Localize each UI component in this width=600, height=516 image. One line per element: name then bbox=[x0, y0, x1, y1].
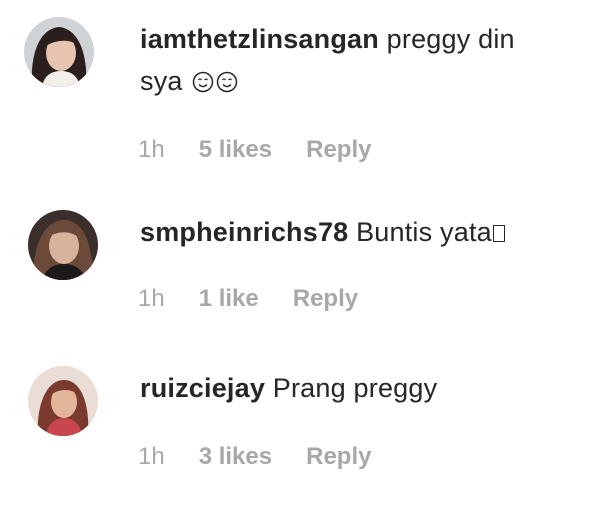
avatar[interactable] bbox=[24, 17, 94, 87]
comment-username[interactable]: smpheinrichs78 bbox=[140, 217, 348, 247]
comment-meta: 1h 5 likes Reply bbox=[138, 136, 371, 164]
comment-meta: 1h 3 likes Reply bbox=[138, 443, 371, 471]
avatar-image bbox=[28, 210, 98, 280]
comment-text: iamthetzlinsangan preggy din sya bbox=[140, 18, 515, 102]
smiling-face-emoji-icon bbox=[192, 71, 214, 93]
comment-timestamp: 1h bbox=[138, 285, 165, 312]
comment-body: Prang preggy bbox=[272, 373, 438, 403]
comment-meta: 1h 1 like Reply bbox=[138, 285, 358, 313]
avatar[interactable] bbox=[28, 210, 98, 280]
reply-button[interactable]: Reply bbox=[293, 285, 358, 313]
reply-button[interactable]: Reply bbox=[306, 136, 371, 164]
comment-body: Buntis yata bbox=[356, 217, 492, 247]
comment-likes-count[interactable]: 3 likes bbox=[199, 443, 272, 471]
smiling-face-emoji-icon bbox=[216, 71, 238, 93]
comment-username[interactable]: ruizciejay bbox=[140, 373, 265, 403]
comment-text: ruizciejay Prang preggy bbox=[140, 367, 437, 409]
comment-body-line2: sya bbox=[140, 66, 183, 96]
comment-likes-count[interactable]: 5 likes bbox=[199, 136, 272, 164]
avatar[interactable] bbox=[28, 366, 98, 436]
reply-button[interactable]: Reply bbox=[306, 443, 371, 471]
comment-timestamp: 1h bbox=[138, 136, 165, 163]
comment-body: preggy din bbox=[386, 24, 515, 54]
comment-text: smpheinrichs78 Buntis yata bbox=[140, 211, 505, 253]
avatar-image bbox=[28, 366, 98, 436]
missing-glyph-box bbox=[492, 225, 505, 242]
comment-timestamp: 1h bbox=[138, 443, 165, 470]
avatar-image bbox=[24, 17, 94, 87]
comment-username[interactable]: iamthetzlinsangan bbox=[140, 24, 379, 54]
comment-likes-count[interactable]: 1 like bbox=[199, 285, 259, 313]
